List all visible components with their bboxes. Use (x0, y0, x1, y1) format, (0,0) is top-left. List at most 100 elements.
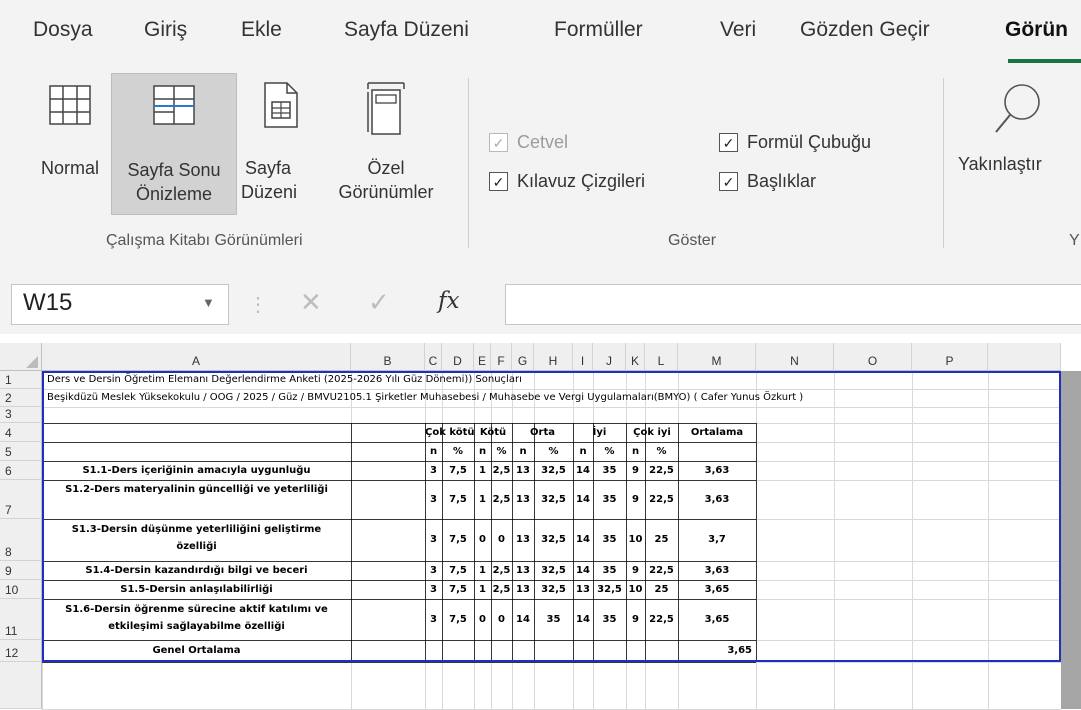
formula-bar-checkbox[interactable]: ✓ Formül Çubuğu (719, 132, 871, 153)
row-header-7[interactable]: 7 (0, 480, 42, 519)
item-value[interactable]: 3 (425, 584, 442, 595)
subheader-cell[interactable]: n (425, 446, 442, 457)
item-value[interactable]: 13 (512, 565, 534, 576)
row-header-5[interactable]: 5 (0, 442, 42, 461)
item-value[interactable]: 13 (512, 494, 534, 505)
name-box[interactable]: W15 ▼ (11, 284, 229, 325)
column-header-b[interactable]: B (351, 343, 425, 371)
general-average-value[interactable]: 3,65 (678, 645, 756, 656)
item-average[interactable]: 3,63 (678, 565, 756, 576)
item-value[interactable]: 14 (573, 494, 593, 505)
item-label-line-1[interactable]: S1.6-Dersin öğrenme sürecine aktif katıl… (42, 604, 351, 615)
row-header-10[interactable]: 10 (0, 580, 42, 599)
gridlines-checkbox[interactable]: ✓ Kılavuz Çizgileri (489, 171, 645, 192)
normal-view-button[interactable]: Normal (28, 80, 112, 220)
column-header-j[interactable]: J (593, 343, 626, 371)
item-value[interactable]: 7,5 (442, 494, 474, 505)
item-value[interactable]: 3 (425, 614, 442, 625)
header-iyi[interactable]: İyi (573, 427, 626, 438)
sheet-title-1[interactable]: Ders ve Dersin Öğretim Elemanı Değerlend… (47, 374, 522, 385)
column-header-p[interactable]: P (912, 343, 988, 371)
item-value[interactable]: 7,5 (442, 584, 474, 595)
row-header-4[interactable]: 4 (0, 423, 42, 442)
sheet-title-2[interactable]: Beşikdüzü Meslek Yüksekokulu / OOG / 202… (47, 392, 803, 403)
item-average[interactable]: 3,63 (678, 494, 756, 505)
item-value[interactable]: 35 (593, 565, 626, 576)
item-value[interactable]: 0 (491, 534, 512, 545)
item-value[interactable]: 9 (626, 465, 645, 476)
tab-formuller[interactable]: Formüller (554, 18, 643, 42)
item-value[interactable]: 1 (474, 584, 491, 595)
item-label[interactable]: S1.4-Dersin kazandırdığı bilgi ve beceri (42, 565, 351, 576)
headings-checkbox[interactable]: ✓ Başlıklar (719, 171, 816, 192)
item-value[interactable]: 14 (573, 614, 593, 625)
item-label[interactable]: S1.5-Dersin anlaşılabilirliği (42, 584, 351, 595)
enter-icon[interactable]: ✓ (368, 287, 390, 318)
header-cok-iyi[interactable]: Çok iyi (626, 427, 678, 438)
subheader-cell[interactable]: n (626, 446, 645, 457)
column-header-m[interactable]: M (678, 343, 756, 371)
item-value[interactable]: 7,5 (442, 465, 474, 476)
item-value[interactable]: 22,5 (645, 465, 678, 476)
item-value[interactable]: 10 (626, 584, 645, 595)
item-label-line-2[interactable]: özelliği (42, 541, 351, 552)
item-value[interactable]: 9 (626, 565, 645, 576)
item-value[interactable]: 14 (573, 565, 593, 576)
item-value[interactable]: 22,5 (645, 614, 678, 625)
item-label-line-1[interactable]: S1.3-Dersin düşünme yeterliliğini gelişt… (42, 524, 351, 535)
item-value[interactable]: 25 (645, 534, 678, 545)
tab-gozden-gecir[interactable]: Gözden Geçir (800, 18, 930, 42)
column-header-g[interactable]: G (512, 343, 534, 371)
item-value[interactable]: 22,5 (645, 494, 678, 505)
column-header-h[interactable]: H (534, 343, 573, 371)
column-header-e[interactable]: E (474, 343, 491, 371)
item-value[interactable]: 13 (512, 534, 534, 545)
item-value[interactable]: 35 (593, 465, 626, 476)
general-average-label[interactable]: Genel Ortalama (42, 645, 351, 656)
header-orta[interactable]: Orta (512, 427, 573, 438)
page-break-preview-button[interactable]: Sayfa Sonu Önizleme (111, 73, 237, 215)
item-value[interactable]: 35 (593, 534, 626, 545)
item-value[interactable]: 1 (474, 465, 491, 476)
column-header-f[interactable]: F (491, 343, 512, 371)
tab-veri[interactable]: Veri (720, 18, 756, 42)
item-value[interactable]: 13 (573, 584, 593, 595)
item-average[interactable]: 3,63 (678, 465, 756, 476)
item-value[interactable]: 35 (593, 494, 626, 505)
column-header-d[interactable]: D (442, 343, 474, 371)
select-all-corner[interactable] (0, 343, 42, 371)
item-value[interactable]: 14 (573, 534, 593, 545)
item-value[interactable]: 9 (626, 614, 645, 625)
column-header-a[interactable]: A (42, 343, 351, 371)
item-value[interactable]: 25 (645, 584, 678, 595)
header-kotu[interactable]: Kötü (474, 427, 512, 438)
subheader-cell[interactable]: n (474, 446, 491, 457)
item-value[interactable]: 2,5 (491, 584, 512, 595)
row-header-12[interactable]: 12 (0, 640, 42, 662)
item-label[interactable]: S1.1-Ders içeriğinin amacıyla uygunluğu (42, 465, 351, 476)
item-value[interactable]: 32,5 (534, 494, 573, 505)
row-header-11[interactable]: 11 (0, 599, 42, 640)
cancel-icon[interactable]: ✕ (300, 287, 322, 318)
item-value[interactable]: 13 (512, 465, 534, 476)
subheader-cell[interactable]: % (534, 446, 573, 457)
item-value[interactable]: 3 (425, 534, 442, 545)
item-value[interactable]: 1 (474, 565, 491, 576)
tab-dosya[interactable]: Dosya (33, 18, 93, 42)
insert-function-icon[interactable]: fx (438, 288, 459, 314)
page-layout-button[interactable]: Sayfa Düzeni (240, 80, 320, 220)
item-value[interactable]: 7,5 (442, 614, 474, 625)
item-value[interactable]: 32,5 (534, 565, 573, 576)
ruler-checkbox[interactable]: ✓ Cetvel (489, 132, 568, 153)
item-value[interactable]: 2,5 (491, 565, 512, 576)
zoom-button[interactable]: Yakınlaştır (958, 80, 1078, 220)
item-value[interactable]: 13 (512, 584, 534, 595)
item-value[interactable]: 3 (425, 465, 442, 476)
subheader-cell[interactable]: % (593, 446, 626, 457)
item-value[interactable]: 32,5 (534, 465, 573, 476)
item-value[interactable]: 14 (573, 465, 593, 476)
column-header-l[interactable]: L (645, 343, 678, 371)
chevron-down-icon[interactable]: ▼ (202, 295, 215, 310)
item-value[interactable]: 3 (425, 494, 442, 505)
row-header-6[interactable]: 6 (0, 461, 42, 480)
